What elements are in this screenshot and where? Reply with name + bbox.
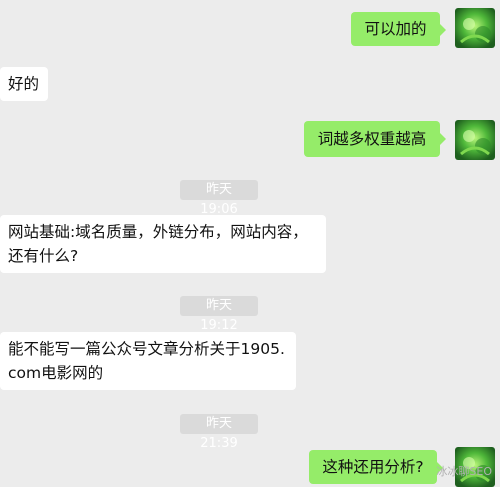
chat-window: { "conversation": { "messages": [ { "sid… — [0, 0, 500, 487]
message-text: 好的 — [8, 75, 40, 93]
green-nature-avatar-icon — [455, 120, 495, 160]
avatar[interactable] — [455, 120, 495, 160]
message-text-line: 能不能写一篇公众号文章分析关于1905. — [8, 340, 285, 358]
watermark: 冰冰聊SEO — [436, 465, 492, 478]
timestamp-badge: 昨天 19:12 — [180, 296, 258, 333]
message-bubble[interactable]: 这种还用分析? — [309, 450, 443, 484]
avatar[interactable] — [455, 8, 495, 48]
green-nature-avatar-icon — [455, 8, 495, 48]
timestamp-text: 昨天 19:12 — [200, 298, 238, 333]
message-text: 可以加的 — [364, 20, 427, 38]
message-bubble[interactable]: 可以加的 — [351, 12, 446, 46]
message-text-line: com电影网的 — [8, 364, 104, 382]
timestamp-badge: 昨天 19:06 — [180, 180, 258, 217]
timestamp-text: 昨天 19:06 — [200, 182, 238, 217]
message-text-line: 网站基础:域名质量，外链分布，网站内容， — [8, 223, 308, 241]
message-bubble[interactable]: 词越多权重越高 — [304, 121, 446, 157]
timestamp-text: 昨天 21:39 — [200, 416, 238, 451]
message-bubble[interactable]: 好的 — [0, 67, 48, 101]
message-bubble[interactable]: 能不能写一篇公众号文章分析关于1905. com电影网的 — [0, 332, 296, 390]
message-text: 词越多权重越高 — [317, 130, 427, 148]
timestamp-badge: 昨天 21:39 — [180, 414, 258, 451]
message-bubble[interactable]: 网站基础:域名质量，外链分布，网站内容， 还有什么? — [0, 215, 326, 273]
message-text: 这种还用分析? — [322, 458, 424, 476]
message-text-line: 还有什么? — [8, 247, 79, 265]
